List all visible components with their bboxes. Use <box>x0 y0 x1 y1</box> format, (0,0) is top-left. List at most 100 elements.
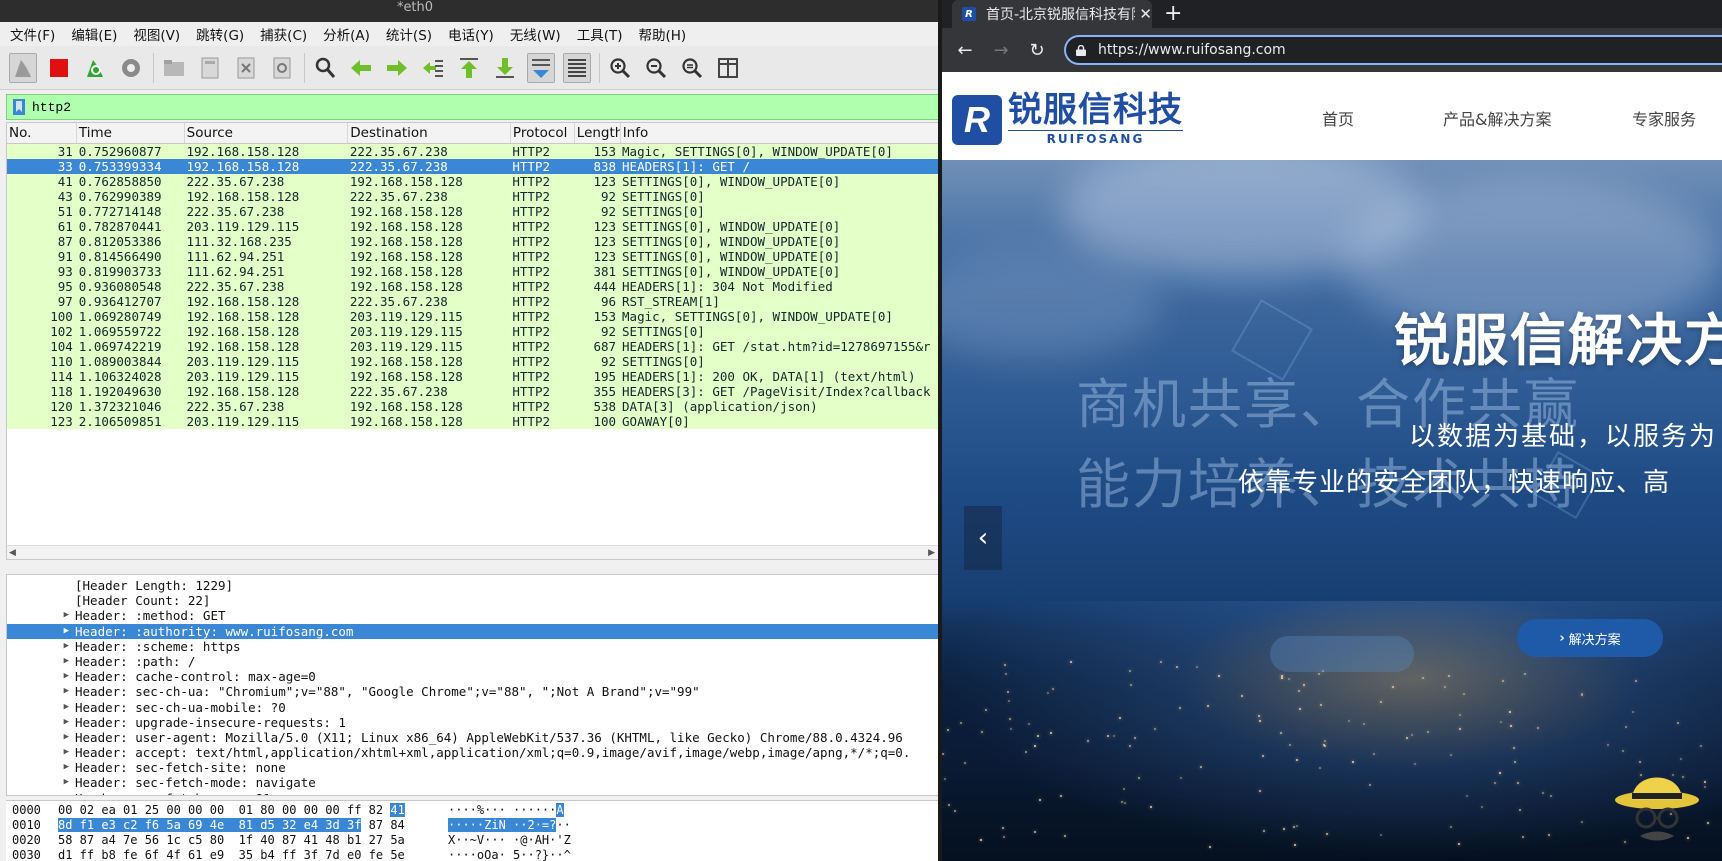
menu-telephony[interactable]: 电话(Y) <box>448 24 494 44</box>
col-info[interactable]: Info <box>621 123 939 143</box>
shark-fin-start-icon[interactable] <box>9 52 37 83</box>
tab-active[interactable]: R 首页-北京锐服信科技有限 ✕ <box>952 0 1152 28</box>
packet-row[interactable]: 102 1.069559722 192.168.158.128 203.119.129… <box>7 324 939 339</box>
packet-row[interactable]: 41 0.762858850 222.35.67.238 192.168.158.12… <box>7 174 939 189</box>
packet-row[interactable]: 61 0.782870441 203.119.129.115 192.168.158.… <box>7 219 939 234</box>
col-protocol[interactable]: Protocol <box>511 123 575 143</box>
site-logo[interactable]: R 锐服信科技 RUIFOSANG <box>952 92 1183 147</box>
scroll-left-icon[interactable]: ◀ <box>9 548 16 558</box>
detail-row[interactable]: ▶ Header: upgrade-insecure-requests: 1 <box>7 715 939 730</box>
expand-arrow-icon[interactable]: ▶ <box>7 760 75 775</box>
back-icon[interactable]: ← <box>956 40 974 61</box>
expand-arrow-icon[interactable]: ▶ <box>7 654 75 669</box>
detail-row[interactable]: ▶ Header: :path: / <box>7 654 939 669</box>
detail-row[interactable]: [Header Count: 22] <box>7 593 939 608</box>
colorize-icon[interactable] <box>563 52 591 83</box>
packet-row[interactable]: 91 0.814566490 111.62.94.251 192.168.158.12… <box>7 249 939 264</box>
detail-row[interactable]: ▶ Header: :scheme: https <box>7 639 939 654</box>
hero-secondary-button[interactable] <box>1270 636 1414 672</box>
detail-row[interactable]: ▶ Header: sec-ch-ua: "Chromium";v="88", "… <box>7 684 939 699</box>
menu-tools[interactable]: 工具(T) <box>577 24 623 44</box>
packet-row[interactable]: 100 1.069280749 192.168.158.128 203.119.129… <box>7 309 939 324</box>
packet-row[interactable]: 104 1.069742219 192.168.158.128 203.119.129… <box>7 339 939 354</box>
resize-columns-icon[interactable] <box>714 53 742 83</box>
zoom-out-icon[interactable] <box>642 53 670 83</box>
expand-arrow-icon[interactable]: ▶ <box>7 624 75 639</box>
detail-row[interactable]: ▶Header: sec-fetch-user: ?1 <box>7 791 939 795</box>
display-filter-input[interactable] <box>32 99 912 115</box>
packet-row[interactable]: 51 0.772714148 222.35.67.238 192.168.158.12… <box>7 204 939 219</box>
hero-solutions-button[interactable]: › 解决方案 <box>1517 619 1663 657</box>
expand-arrow-icon[interactable]: ▶ <box>7 700 75 715</box>
packet-row[interactable]: 87 0.812053386 111.32.168.235 192.168.158.1… <box>7 234 939 249</box>
expand-arrow-icon[interactable]: ▶ <box>7 775 75 790</box>
nav-home[interactable]: 首页 <box>1322 106 1354 130</box>
packet-bytes[interactable]: 0000 00 02 ea 01 25 00 00 00 01 80 00 00 … <box>6 800 940 861</box>
packet-details[interactable]: [Header Length: 1229] [Header Count: 22] ▶… <box>6 574 940 796</box>
col-length[interactable]: Length <box>575 123 621 143</box>
col-source[interactable]: Source <box>185 123 349 143</box>
menu-edit[interactable]: 编辑(E) <box>71 24 117 44</box>
menu-wireless[interactable]: 无线(W) <box>510 24 561 44</box>
zoom-normal-icon[interactable] <box>678 53 706 83</box>
lock-icon[interactable] <box>1076 44 1086 56</box>
scroll-right-icon[interactable]: ▶ <box>928 548 935 558</box>
reload-icon[interactable]: ↻ <box>1028 40 1046 61</box>
packet-row[interactable]: 95 0.936080548 222.35.67.238 192.168.158.12… <box>7 279 939 294</box>
carousel-prev-icon[interactable]: ‹ <box>964 506 1002 570</box>
capture-options-icon[interactable] <box>117 53 145 83</box>
menu-statistics[interactable]: 统计(S) <box>386 24 432 44</box>
expand-arrow-icon[interactable]: ▶ <box>7 608 75 623</box>
detail-row[interactable]: [Header Length: 1229] <box>7 578 939 593</box>
detail-row[interactable]: ▶ Header: sec-fetch-mode: navigate <box>7 775 939 790</box>
go-to-packet-icon[interactable] <box>419 53 447 83</box>
go-forward-icon[interactable] <box>383 53 411 83</box>
col-time[interactable]: Time <box>77 123 185 143</box>
packet-row[interactable]: 33 0.753399334 192.168.158.128 222.35.67.23… <box>7 159 939 174</box>
packet-row[interactable]: 110 1.089003844 203.119.129.115 192.168.158… <box>7 354 939 369</box>
menu-analyze[interactable]: 分析(A) <box>323 24 370 44</box>
go-first-icon[interactable] <box>455 53 483 83</box>
detail-row[interactable]: ▶ Header: :authority: www.ruifosang.com <box>7 623 939 639</box>
open-file-icon[interactable] <box>160 53 188 83</box>
detail-row[interactable]: ▶ Header: :method: GET <box>7 608 939 623</box>
menu-file[interactable]: 文件(F) <box>10 24 55 44</box>
packet-list[interactable]: No. Time Source Destination Protocol Len… <box>6 122 940 560</box>
col-no[interactable]: No. <box>7 123 77 143</box>
nav-services[interactable]: 专家服务 <box>1632 106 1696 130</box>
expand-arrow-icon[interactable]: ▶ <box>7 684 75 699</box>
nav-products[interactable]: 产品&解决方案 <box>1443 106 1551 130</box>
packet-row[interactable]: 114 1.106324028 203.119.129.115 192.168.158… <box>7 369 939 384</box>
detail-row[interactable]: ▶ Header: accept: text/html,application/x… <box>7 745 939 760</box>
address-bar[interactable]: https://www.ruifosang.com <box>1064 35 1722 65</box>
restart-capture-icon[interactable] <box>81 53 109 83</box>
detail-row[interactable]: ▶ Header: sec-fetch-site: none <box>7 760 939 775</box>
expand-arrow-icon[interactable]: ▶ <box>7 745 75 760</box>
close-tab-icon[interactable]: ✕ <box>1139 5 1152 23</box>
forward-icon[interactable]: → <box>992 40 1010 61</box>
new-tab-icon[interactable]: + <box>1164 1 1182 26</box>
autoscroll-icon[interactable] <box>527 52 555 83</box>
expand-arrow-icon[interactable]: ▶ <box>7 669 75 684</box>
reload-file-icon[interactable] <box>268 53 296 83</box>
packet-row[interactable]: 31 0.752960877 192.168.158.128 222.35.67.23… <box>7 144 939 159</box>
mascot-icon[interactable] <box>1612 760 1702 850</box>
expand-arrow-icon[interactable]: ▶ <box>7 791 75 795</box>
packet-row[interactable]: 118 1.192049630 192.168.158.128 222.35.67.2… <box>7 384 939 399</box>
find-packet-icon[interactable] <box>311 53 339 83</box>
stop-capture-icon[interactable] <box>45 53 73 83</box>
col-destination[interactable]: Destination <box>348 123 511 143</box>
expand-arrow-icon[interactable]: ▶ <box>7 730 75 745</box>
packet-row[interactable]: 120 1.372321046 222.35.67.238 192.168.158.1… <box>7 399 939 414</box>
menu-view[interactable]: 视图(V) <box>133 24 180 44</box>
go-last-icon[interactable] <box>491 53 519 83</box>
menu-capture[interactable]: 捕获(C) <box>260 24 307 44</box>
expand-arrow-icon[interactable]: ▶ <box>7 715 75 730</box>
packet-row[interactable]: 93 0.819903733 111.62.94.251 192.168.158.12… <box>7 264 939 279</box>
expand-arrow-icon[interactable]: ▶ <box>7 639 75 654</box>
go-back-icon[interactable] <box>347 53 375 83</box>
bookmark-icon[interactable] <box>12 99 26 115</box>
close-file-icon[interactable] <box>232 53 260 83</box>
packet-row[interactable]: 97 0.936412707 192.168.158.128 222.35.67.23… <box>7 294 939 309</box>
save-file-icon[interactable] <box>196 53 224 83</box>
